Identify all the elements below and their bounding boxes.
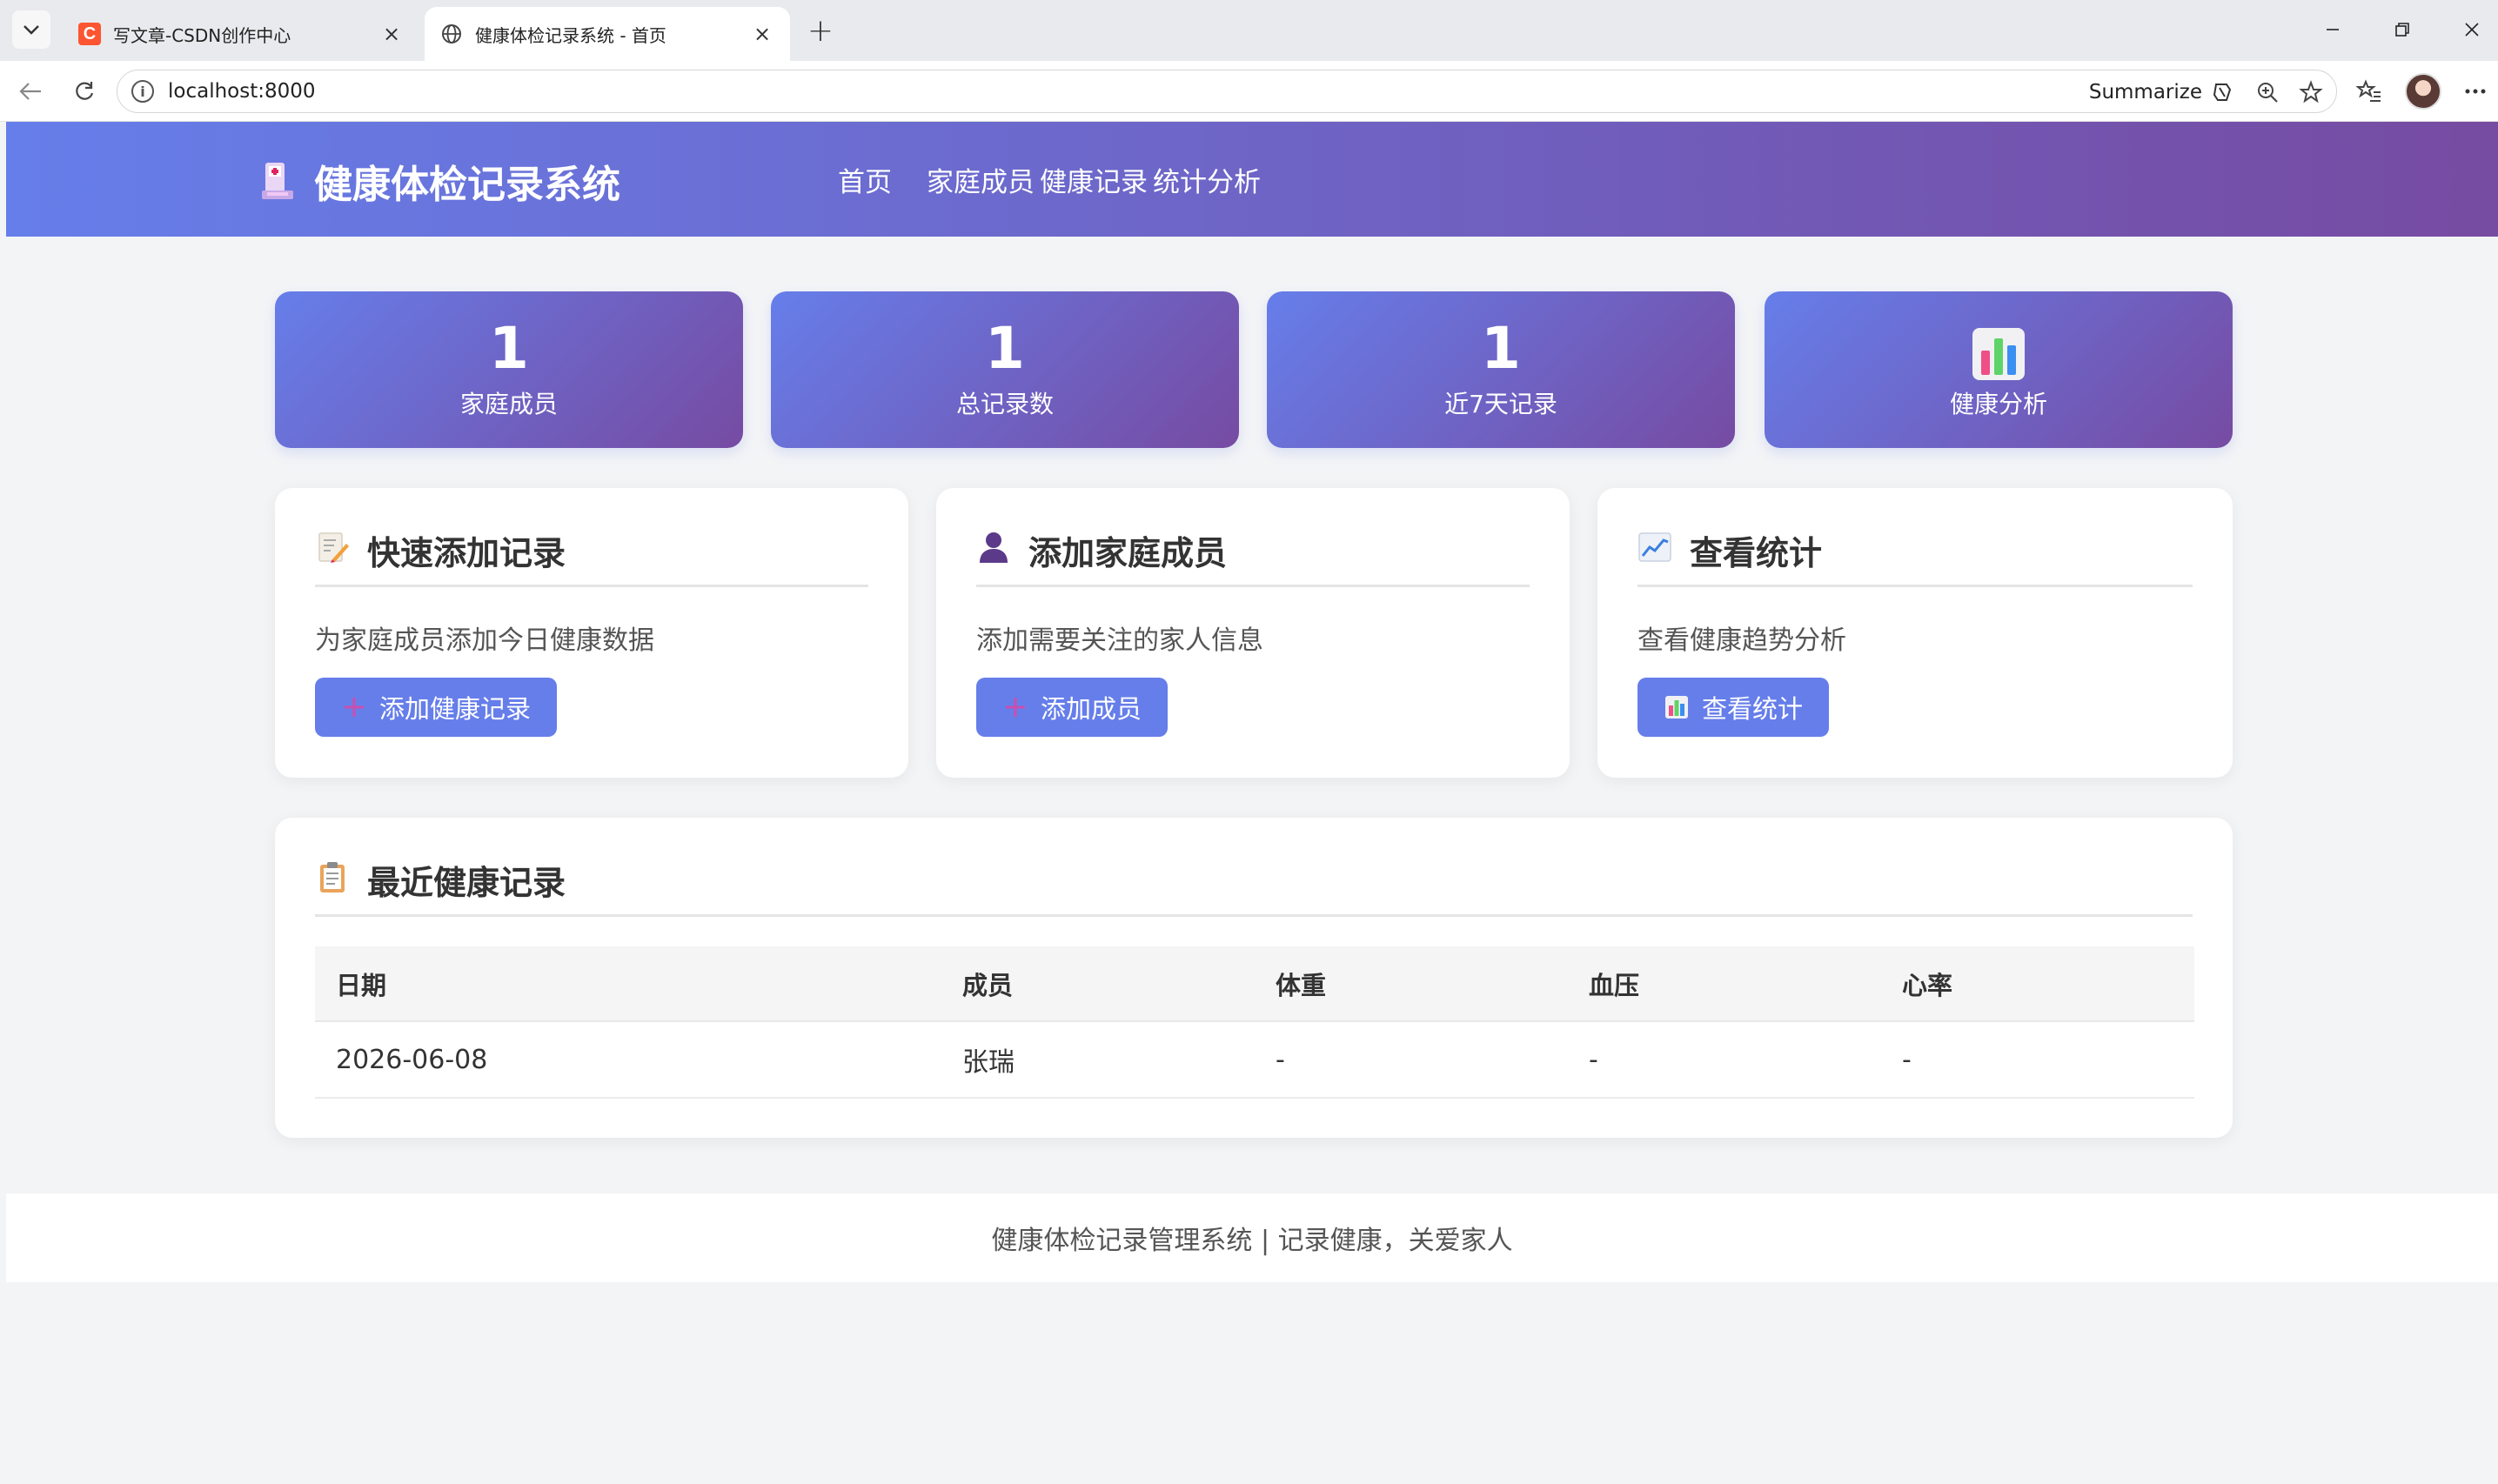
button-label: 添加成员 bbox=[1041, 694, 1142, 724]
favorite-star-icon[interactable] bbox=[2296, 77, 2326, 107]
stat-value: 1 bbox=[1481, 315, 1521, 382]
cell-weight: - bbox=[1255, 1021, 1568, 1099]
browser-tab-home[interactable]: 健康体检记录系统 - 首页 × bbox=[425, 7, 790, 61]
stat-card-total-records[interactable]: 1 总记录数 bbox=[771, 291, 1239, 448]
new-tab-button[interactable]: + bbox=[802, 12, 839, 49]
card-title-text: 查看统计 bbox=[1690, 534, 1823, 572]
close-tab-icon[interactable]: × bbox=[379, 22, 404, 46]
stat-card-recent-7-days[interactable]: 1 近7天记录 bbox=[1267, 291, 1735, 448]
column-header-blood-pressure: 血压 bbox=[1568, 946, 1881, 1022]
column-header-date: 日期 bbox=[315, 946, 941, 1022]
stat-label: 总记录数 bbox=[955, 390, 1054, 418]
page: 健康体检记录系统 首页 家庭成员 健康记录 统计分析 1 家庭成员 1 总记录数… bbox=[6, 122, 2498, 1484]
clipboard-icon bbox=[315, 859, 350, 894]
add-member-button[interactable]: 添加成员 bbox=[976, 678, 1169, 737]
stat-label: 健康分析 bbox=[1949, 390, 2047, 418]
summarize-label: Summarize bbox=[2088, 81, 2202, 104]
brand-title: 健康体检记录系统 bbox=[314, 163, 620, 207]
back-arrow-icon[interactable] bbox=[12, 73, 49, 110]
nav-family-members[interactable]: 家庭成员 bbox=[927, 160, 1035, 199]
url-text: localhost:8000 bbox=[168, 80, 316, 103]
site-info-icon[interactable]: i bbox=[131, 80, 154, 103]
view-statistics-button[interactable]: 查看统计 bbox=[1637, 678, 1830, 737]
minimize-icon[interactable] bbox=[2311, 10, 2354, 49]
cell-blood-pressure: - bbox=[1568, 1021, 1881, 1099]
column-header-member: 成员 bbox=[941, 946, 1255, 1022]
tab-title: 健康体检记录系统 - 首页 bbox=[475, 24, 666, 46]
csdn-favicon-icon: C bbox=[78, 23, 101, 45]
column-header-weight: 体重 bbox=[1255, 946, 1568, 1022]
card-title: 最近健康记录 bbox=[315, 856, 2193, 917]
recent-records-card: 最近健康记录 日期 成员 体重 血压 心率 2026-06-08 张瑞 - - … bbox=[275, 818, 2233, 1138]
quick-add-record-card: 快速添加记录 为家庭成员添加今日健康数据 添加健康记录 bbox=[275, 488, 908, 778]
footer-text: 健康体检记录管理系统 | 记录健康，关爱家人 bbox=[991, 1226, 1513, 1256]
card-description: 查看健康趋势分析 bbox=[1637, 625, 1846, 656]
more-menu-icon[interactable] bbox=[2457, 73, 2494, 110]
table-header-row: 日期 成员 体重 血压 心率 bbox=[315, 946, 2194, 1022]
stat-value: 1 bbox=[985, 315, 1025, 382]
bar-chart-icon bbox=[1971, 326, 2026, 382]
stat-card-members[interactable]: 1 家庭成员 bbox=[275, 291, 743, 448]
table-row: 2026-06-08 张瑞 - - - bbox=[315, 1021, 2194, 1099]
card-title: 查看统计 bbox=[1637, 526, 2193, 587]
card-title: 快速添加记录 bbox=[315, 526, 868, 587]
bar-chart-icon bbox=[1664, 694, 1690, 720]
person-icon bbox=[976, 530, 1011, 565]
brand[interactable]: 健康体检记录系统 bbox=[258, 153, 620, 209]
stat-card-health-analysis[interactable]: 健康分析 bbox=[1765, 291, 2233, 448]
add-family-member-card: 添加家庭成员 添加需要关注的家人信息 添加成员 bbox=[936, 488, 1570, 778]
view-statistics-card: 查看统计 查看健康趋势分析 查看统计 bbox=[1597, 488, 2233, 778]
card-title-text: 添加家庭成员 bbox=[1028, 534, 1228, 572]
plus-icon bbox=[341, 694, 367, 720]
plus-icon bbox=[1002, 694, 1028, 720]
tab-list-button[interactable] bbox=[12, 10, 50, 49]
restore-icon[interactable] bbox=[2381, 10, 2424, 49]
browser-tab-csdn[interactable]: C 写文章-CSDN创作中心 × bbox=[63, 7, 419, 61]
cell-member: 张瑞 bbox=[941, 1021, 1255, 1099]
address-bar: i localhost:8000 Summarize bbox=[0, 61, 2498, 122]
summarize-button[interactable]: Summarize bbox=[2089, 79, 2235, 105]
stat-label: 家庭成员 bbox=[459, 390, 558, 418]
nav-statistics[interactable]: 统计分析 bbox=[1153, 160, 1261, 199]
stat-label: 近7天记录 bbox=[1444, 390, 1557, 418]
card-description: 添加需要关注的家人信息 bbox=[976, 625, 1263, 656]
site-footer: 健康体检记录管理系统 | 记录健康，关爱家人 bbox=[6, 1193, 2498, 1282]
card-title-text: 快速添加记录 bbox=[367, 534, 566, 572]
hospital-icon bbox=[258, 159, 297, 203]
nav-home[interactable]: 首页 bbox=[838, 160, 892, 199]
card-title: 添加家庭成员 bbox=[976, 526, 1530, 587]
button-label: 添加健康记录 bbox=[379, 694, 532, 724]
chevron-down-icon bbox=[23, 25, 39, 35]
card-description: 为家庭成员添加今日健康数据 bbox=[315, 625, 654, 656]
nav-health-records[interactable]: 健康记录 bbox=[1040, 160, 1148, 199]
favorites-list-icon[interactable] bbox=[2351, 73, 2387, 110]
close-window-icon[interactable] bbox=[2450, 10, 2494, 49]
close-tab-icon[interactable]: × bbox=[750, 22, 774, 46]
site-header: 健康体检记录系统 首页 家庭成员 健康记录 统计分析 bbox=[6, 122, 2498, 237]
url-input[interactable]: i localhost:8000 Summarize bbox=[117, 70, 2337, 113]
column-header-heart-rate: 心率 bbox=[1881, 946, 2194, 1022]
button-label: 查看统计 bbox=[1702, 694, 1804, 724]
cell-date: 2026-06-08 bbox=[315, 1021, 941, 1099]
memo-icon bbox=[315, 530, 350, 565]
globe-icon bbox=[440, 23, 463, 45]
trend-chart-icon bbox=[1637, 530, 1672, 565]
tab-title: 写文章-CSDN创作中心 bbox=[113, 24, 291, 46]
stat-value: 1 bbox=[489, 315, 529, 382]
add-health-record-button[interactable]: 添加健康记录 bbox=[315, 678, 558, 737]
browser-tab-bar: C 写文章-CSDN创作中心 × 健康体检记录系统 - 首页 × + bbox=[0, 0, 2498, 61]
reload-icon[interactable] bbox=[66, 73, 103, 110]
recent-records-table: 日期 成员 体重 血压 心率 2026-06-08 张瑞 - - - bbox=[315, 946, 2194, 1099]
copilot-icon bbox=[2213, 84, 2232, 101]
cell-heart-rate: - bbox=[1881, 1021, 2194, 1099]
zoom-icon[interactable] bbox=[2253, 77, 2282, 107]
card-title-text: 最近健康记录 bbox=[367, 864, 566, 902]
profile-avatar[interactable] bbox=[2405, 73, 2441, 110]
